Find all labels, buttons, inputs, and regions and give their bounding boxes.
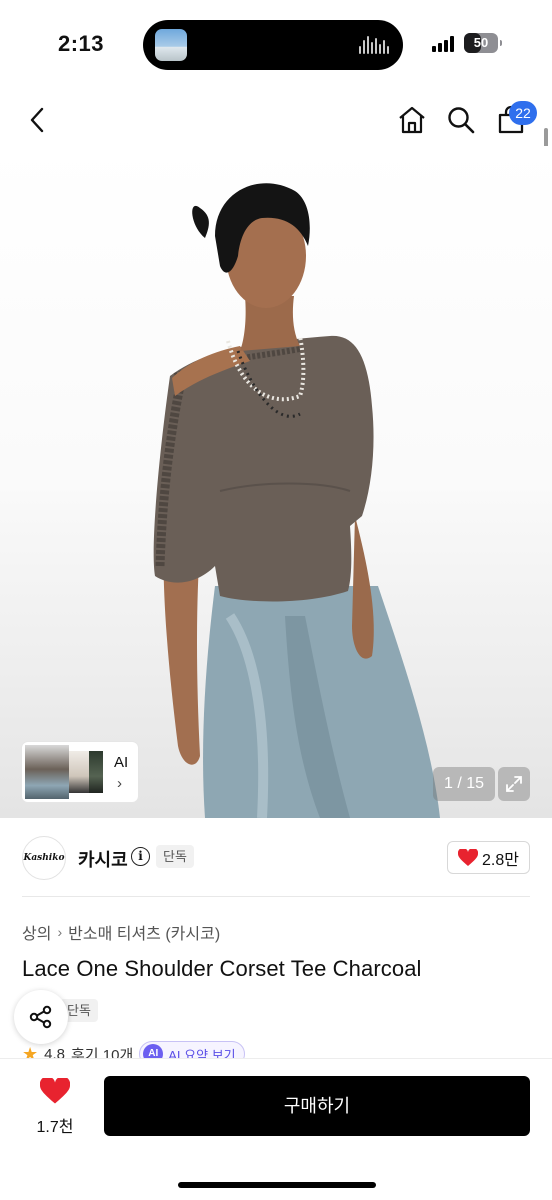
dynamic-island — [143, 20, 403, 70]
buy-button[interactable]: 구매하기 — [104, 1076, 530, 1136]
breadcrumb-subcategory[interactable]: 반소매 티셔츠 (카시코) — [68, 920, 220, 944]
home-indicator[interactable] — [178, 1182, 376, 1188]
brand-like-button[interactable]: 2.8만 — [447, 841, 530, 874]
exclusive-badge: 단독 — [156, 845, 194, 868]
heart-icon — [458, 848, 479, 866]
now-playing-thumbnail — [155, 29, 187, 61]
home-button[interactable] — [394, 102, 430, 138]
heart-icon — [39, 1076, 71, 1104]
battery-percent: 50 — [473, 35, 489, 50]
product-image[interactable] — [0, 146, 552, 818]
brand-like-count: 2.8만 — [482, 851, 519, 869]
status-time: 2:13 — [58, 31, 105, 56]
thumbnail-image — [69, 751, 89, 793]
divider — [22, 896, 530, 897]
share-button[interactable] — [14, 990, 68, 1044]
chevron-left-icon — [30, 107, 44, 133]
expand-icon — [506, 776, 522, 792]
home-icon — [399, 106, 425, 134]
wishlist-count: 1.7천 — [36, 1119, 74, 1136]
model-photo — [153, 183, 440, 818]
expand-image-button[interactable] — [498, 767, 530, 801]
breadcrumb: 상의 › 반소매 티셔츠 (카시코) — [22, 920, 220, 944]
search-icon — [448, 107, 475, 134]
cellular-signal-icon — [432, 36, 458, 52]
info-icon[interactable]: i — [131, 847, 150, 866]
wishlist-button[interactable]: 1.7천 — [22, 1076, 88, 1138]
brand-name[interactable]: 카시코 — [78, 846, 128, 872]
ai-label: AI — [114, 754, 129, 771]
search-button[interactable] — [443, 102, 479, 138]
image-counter: 1 / 15 — [433, 767, 495, 801]
product-title: Lace One Shoulder Corset Tee Charcoal — [22, 956, 422, 981]
status-bar: 2:13 50 — [0, 0, 552, 90]
top-navigation — [0, 96, 552, 146]
brand-row: Kashiko 카시코 i 단독 2.8만 — [0, 830, 552, 886]
cart-count-badge: 22 — [509, 101, 537, 125]
thumbnail-image — [89, 751, 103, 793]
audio-waveform-icon — [359, 36, 389, 54]
ai-lookbook-thumbnails[interactable]: AI › — [22, 742, 138, 802]
battery-icon: 50 — [464, 33, 502, 53]
share-icon — [29, 1005, 52, 1029]
breadcrumb-category[interactable]: 상의 — [22, 920, 51, 944]
back-button[interactable] — [20, 102, 56, 138]
chevron-right-icon: › — [57, 924, 63, 940]
chevron-right-icon: › — [117, 775, 122, 792]
brand-logo[interactable]: Kashiko — [22, 836, 66, 880]
thumbnail-image — [25, 745, 69, 799]
